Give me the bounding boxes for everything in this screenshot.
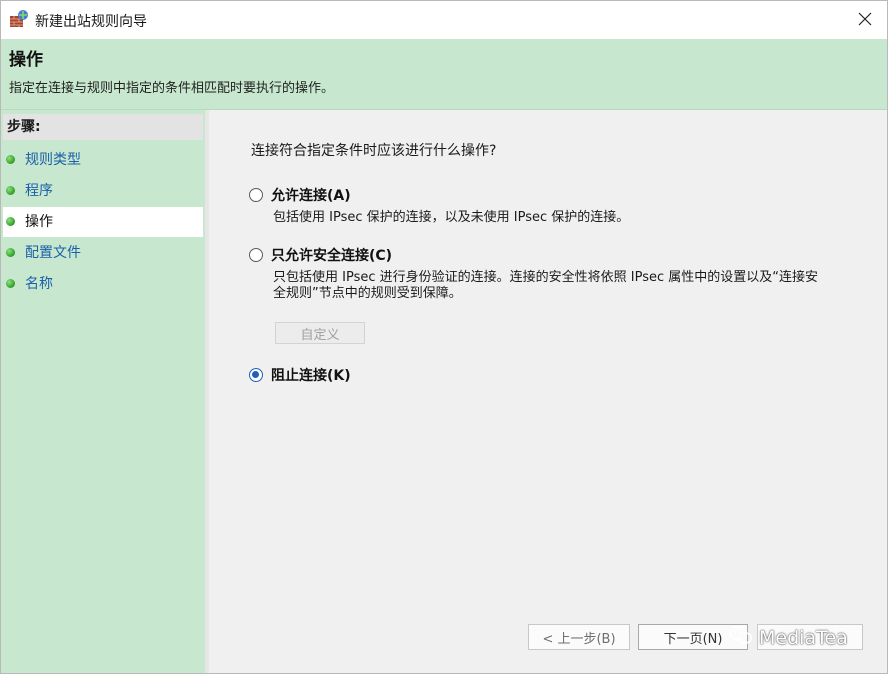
customize-button[interactable]: 自定义 <box>275 322 365 344</box>
steps-panel: 步骤: 规则类型 程序 操作 配置文件 名称 <box>1 110 209 673</box>
close-icon <box>858 11 872 30</box>
main-content: 连接符合指定条件时应该进行什么操作? 允许连接(A) 包括使用 IPsec 保护… <box>209 110 887 673</box>
radio-allow-secure[interactable] <box>249 248 263 262</box>
allow-secure-description: 只包括使用 IPsec 进行身份验证的连接。连接的安全性将依照 IPsec 属性… <box>273 270 818 301</box>
option-label: 阻止连接(K) <box>271 368 351 384</box>
allow-secure-option[interactable]: 只允许安全连接(C) <box>249 245 392 265</box>
allow-connection-description: 包括使用 IPsec 保护的连接，以及未使用 IPsec 保护的连接。 <box>273 210 630 225</box>
step-label: 程序 <box>25 183 53 199</box>
steps-heading: 步骤: <box>3 114 203 140</box>
step-bullet-icon <box>6 248 15 257</box>
watermark: MediaTea <box>729 625 848 650</box>
step-bullet-icon <box>6 279 15 288</box>
close-button[interactable] <box>843 1 887 39</box>
step-label: 配置文件 <box>25 245 81 261</box>
wizard-header: 操作 指定在连接与规则中指定的条件相匹配时要执行的操作。 <box>1 39 887 110</box>
allow-connection-option[interactable]: 允许连接(A) <box>249 185 351 205</box>
step-label: 名称 <box>25 276 53 292</box>
step-bullet-icon <box>6 155 15 164</box>
back-button[interactable]: < 上一步(B) <box>528 624 630 650</box>
block-connection-option[interactable]: 阻止连接(K) <box>249 365 351 385</box>
step-rule-type[interactable]: 规则类型 <box>3 145 203 175</box>
action-question: 连接符合指定条件时应该进行什么操作? <box>251 143 497 159</box>
radio-allow[interactable] <box>249 188 263 202</box>
step-name[interactable]: 名称 <box>3 269 203 299</box>
step-action[interactable]: 操作 <box>3 207 203 237</box>
wizard-window: 新建出站规则向导 操作 指定在连接与规则中指定的条件相匹配时要执行的操作。 步骤… <box>0 0 888 674</box>
wechat-icon <box>729 625 753 650</box>
radio-block[interactable] <box>249 368 263 382</box>
page-title: 操作 <box>9 50 43 70</box>
title-bar: 新建出站规则向导 <box>1 1 887 39</box>
step-label: 规则类型 <box>25 152 81 168</box>
window-title: 新建出站规则向导 <box>35 14 147 30</box>
page-description: 指定在连接与规则中指定的条件相匹配时要执行的操作。 <box>9 81 335 96</box>
watermark-text: MediaTea <box>759 626 848 649</box>
step-bullet-icon <box>6 186 15 195</box>
step-program[interactable]: 程序 <box>3 176 203 206</box>
option-label: 只允许安全连接(C) <box>271 248 393 264</box>
step-bullet-icon <box>6 217 15 226</box>
step-label: 操作 <box>25 214 53 230</box>
firewall-app-icon <box>9 9 29 29</box>
step-profile[interactable]: 配置文件 <box>3 238 203 268</box>
option-label: 允许连接(A) <box>271 188 351 204</box>
